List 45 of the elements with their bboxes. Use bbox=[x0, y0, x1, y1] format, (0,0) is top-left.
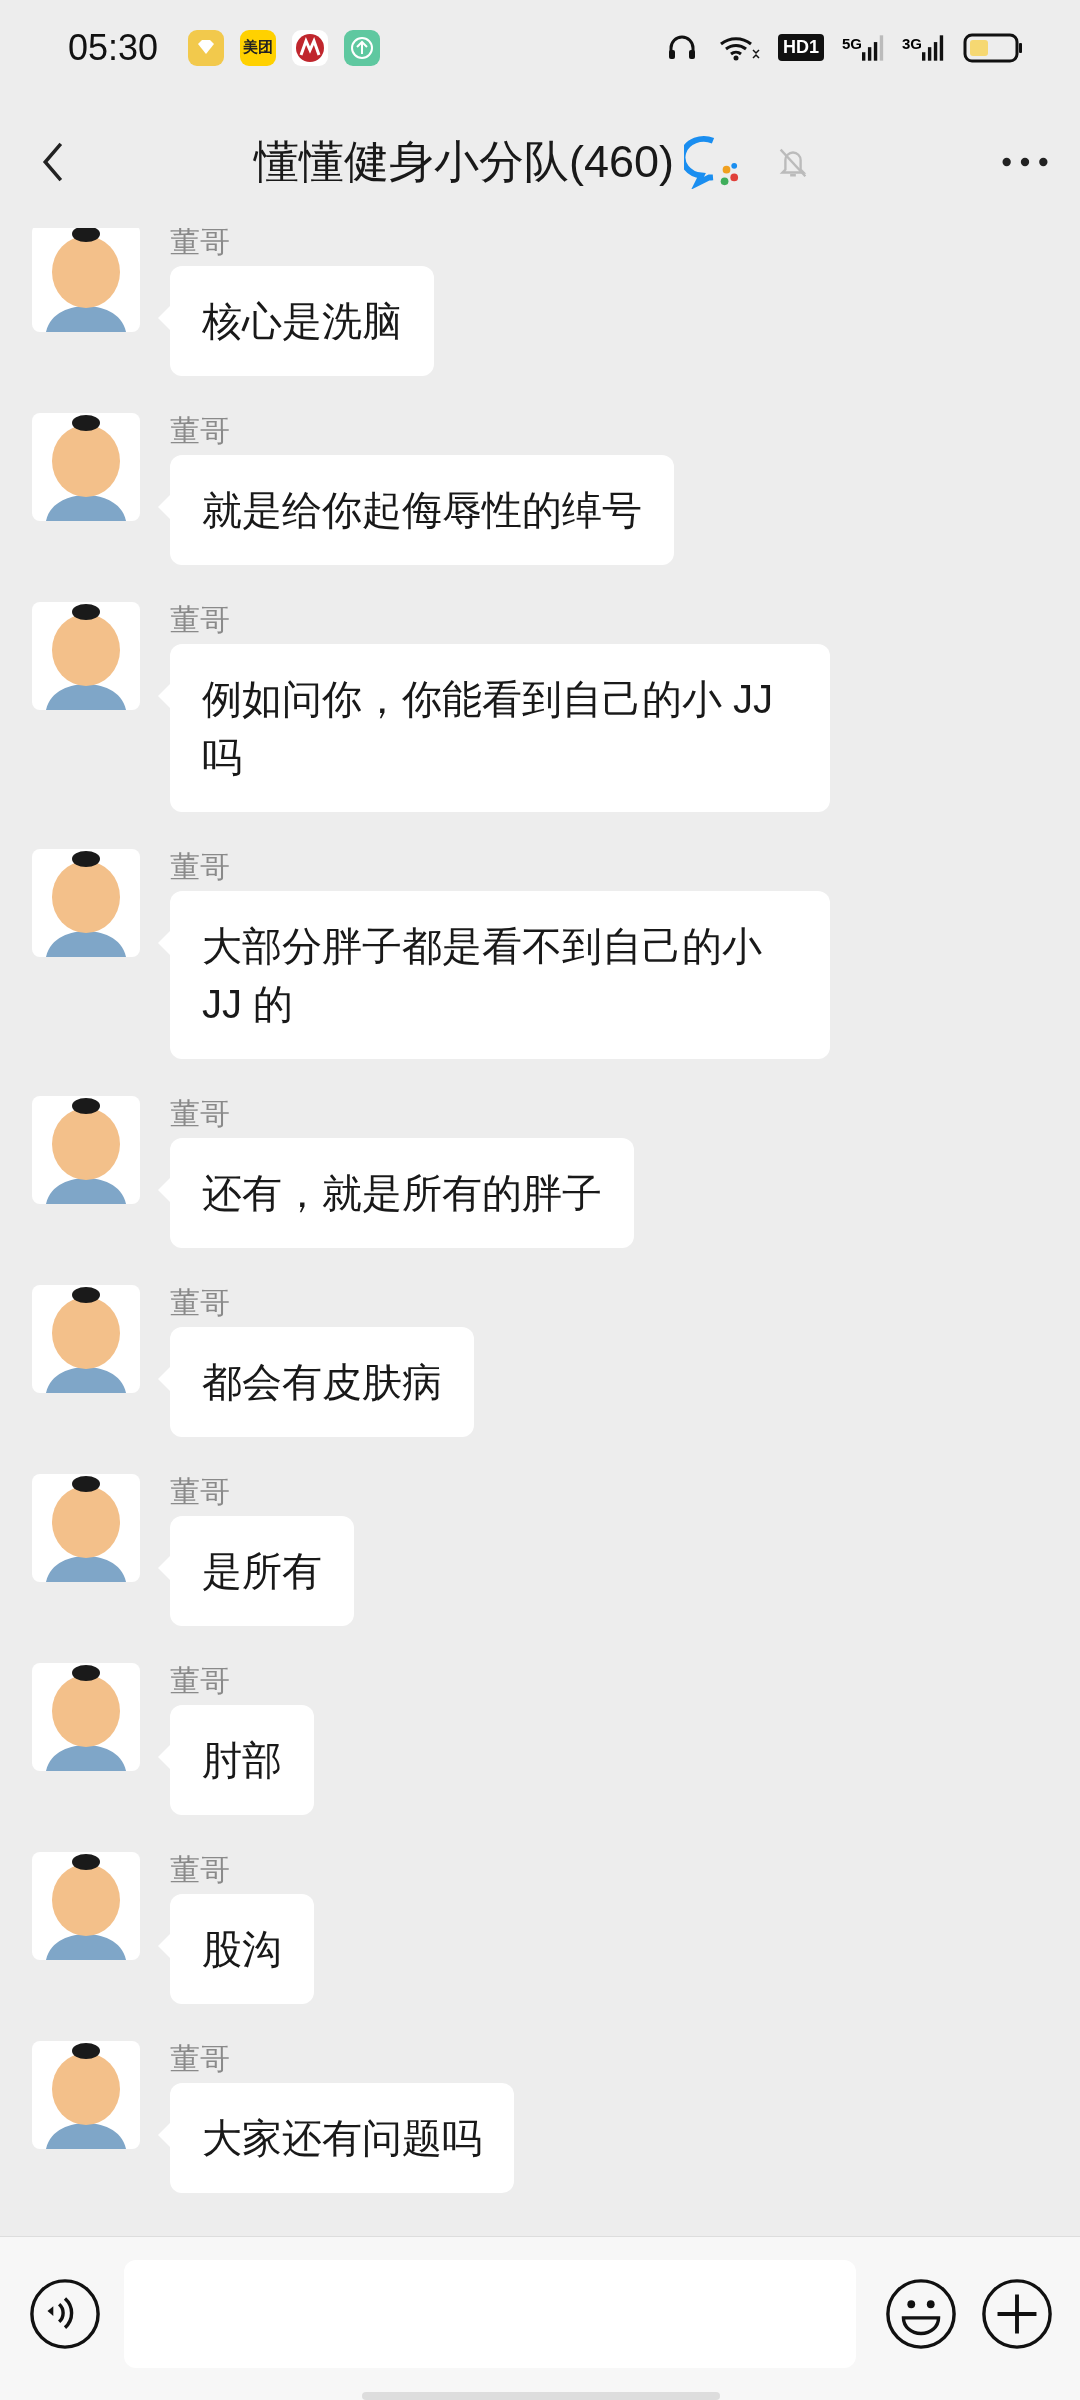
status-time: 05:30 bbox=[68, 26, 159, 69]
avatar[interactable] bbox=[32, 1474, 140, 1582]
avatar[interactable] bbox=[32, 1096, 140, 1204]
avatar[interactable] bbox=[32, 602, 140, 710]
message-bubble[interactable]: 肘部 bbox=[170, 1705, 314, 1815]
sender-name: 董哥 bbox=[170, 1474, 230, 1510]
emoji-icon[interactable] bbox=[884, 2276, 958, 2351]
sender-name: 董哥 bbox=[170, 413, 230, 449]
app-notification-icon: 美团 bbox=[240, 29, 277, 66]
add-icon[interactable] bbox=[980, 2276, 1054, 2351]
message-bubble[interactable]: 还有，就是所有的胖子 bbox=[170, 1138, 634, 1248]
message-bubble[interactable]: 核心是洗脑 bbox=[170, 266, 434, 376]
sender-name: 董哥 bbox=[170, 1852, 230, 1888]
signal-icon bbox=[922, 34, 944, 61]
network-label: 5G bbox=[841, 34, 862, 52]
battery-icon bbox=[962, 32, 1024, 63]
signal-icon bbox=[862, 34, 884, 61]
message-bubble[interactable]: 大家还有问题吗 bbox=[170, 2083, 514, 2193]
avatar[interactable] bbox=[32, 1852, 140, 1960]
avatar[interactable] bbox=[32, 1285, 140, 1393]
upload-app-icon bbox=[344, 29, 381, 66]
round-logo-app-icon bbox=[292, 29, 329, 66]
message-bubble[interactable]: 是所有 bbox=[170, 1516, 354, 1626]
sender-name: 董哥 bbox=[170, 2041, 230, 2077]
sender-name: 董哥 bbox=[170, 602, 230, 638]
avatar[interactable] bbox=[32, 849, 140, 957]
message-bubble[interactable]: 股沟 bbox=[170, 1894, 314, 2004]
diamond-app-icon bbox=[188, 29, 225, 66]
sender-name: 董哥 bbox=[170, 228, 230, 260]
message-bubble[interactable]: 大部分胖子都是看不到自己的小 JJ 的 bbox=[170, 891, 830, 1059]
network-label: 3G bbox=[902, 34, 922, 52]
voice-icon[interactable] bbox=[28, 2276, 102, 2351]
sender-name: 董哥 bbox=[170, 1096, 230, 1132]
hd-indicator: HD1 bbox=[777, 34, 824, 61]
sender-name: 董哥 bbox=[170, 849, 230, 885]
avatar[interactable] bbox=[32, 228, 140, 332]
sender-name: 董哥 bbox=[170, 1663, 230, 1699]
message-bubble[interactable]: 都会有皮肤病 bbox=[170, 1327, 474, 1437]
avatar[interactable] bbox=[32, 413, 140, 521]
sender-name: 董哥 bbox=[170, 1285, 230, 1321]
message-bubble[interactable]: 例如问你，你能看到自己的小 JJ 吗 bbox=[170, 644, 830, 812]
avatar[interactable] bbox=[32, 1663, 140, 1771]
avatar[interactable] bbox=[32, 2041, 140, 2149]
message-bubble[interactable]: 就是给你起侮辱性的绰号 bbox=[170, 455, 674, 565]
chat-title: 懂懂健身小分队(460) bbox=[253, 134, 675, 189]
